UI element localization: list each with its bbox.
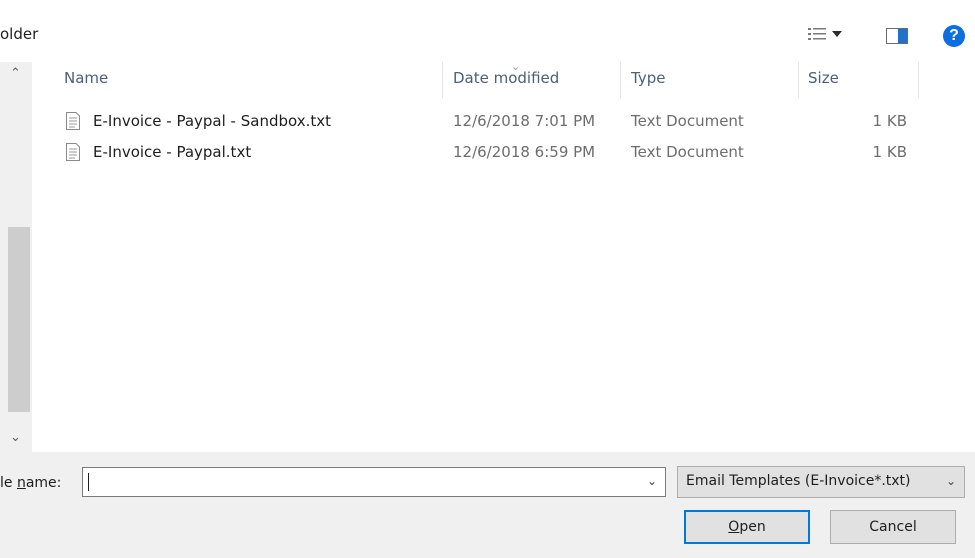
help-icon[interactable]: ?	[943, 25, 965, 47]
text-caret	[88, 473, 89, 491]
filetype-value: Email Templates (E-Invoice*.txt)	[686, 473, 911, 489]
filename-input[interactable]: ⌄	[82, 467, 666, 497]
file-name: E-Invoice - Paypal - Sandbox.txt	[93, 112, 332, 130]
breadcrumb[interactable]: older	[0, 25, 38, 43]
preview-pane-icon[interactable]	[886, 28, 908, 44]
column-divider[interactable]	[798, 62, 799, 98]
cancel-button[interactable]: Cancel	[830, 510, 956, 544]
open-button[interactable]: Open	[684, 510, 810, 544]
filetype-select[interactable]: Email Templates (E-Invoice*.txt) ⌄	[677, 466, 965, 498]
file-row[interactable]: E-Invoice - Paypal.txt 12/6/2018 6:59 PM…	[60, 139, 920, 167]
file-row[interactable]: E-Invoice - Paypal - Sandbox.txt 12/6/20…	[60, 108, 920, 136]
file-name: E-Invoice - Paypal.txt	[93, 143, 252, 161]
scroll-down-icon[interactable]: ⌄	[10, 430, 21, 445]
nav-pane-scrollbar[interactable]: ⌃ ⌄	[0, 62, 32, 452]
filename-label: le name:	[0, 475, 62, 491]
file-type: Text Document	[631, 112, 744, 130]
text-file-icon	[66, 143, 80, 161]
text-file-icon	[66, 112, 80, 130]
scrollbar-thumb[interactable]	[8, 227, 30, 412]
chevron-down-icon[interactable]: ⌄	[647, 474, 657, 488]
column-divider[interactable]	[918, 62, 919, 98]
file-date: 12/6/2018 7:01 PM	[453, 112, 596, 130]
column-type[interactable]: Type	[631, 69, 665, 87]
file-date: 12/6/2018 6:59 PM	[453, 143, 596, 161]
file-size: 1 KB	[872, 143, 907, 161]
column-date-modified[interactable]: Date modified	[453, 69, 559, 87]
address-toolbar: older ?	[0, 0, 975, 62]
chevron-down-icon: ⌄	[945, 474, 956, 488]
column-size[interactable]: Size	[808, 69, 839, 87]
column-name[interactable]: Name	[64, 69, 108, 87]
column-divider[interactable]	[620, 62, 621, 98]
details-view-icon	[808, 28, 826, 40]
change-view-button[interactable]	[808, 25, 852, 45]
file-size: 1 KB	[872, 112, 907, 130]
column-header: Name ⌄ Date modified Type Size	[0, 60, 975, 98]
chevron-down-icon	[832, 31, 842, 37]
file-type: Text Document	[631, 143, 744, 161]
column-divider[interactable]	[442, 62, 443, 98]
